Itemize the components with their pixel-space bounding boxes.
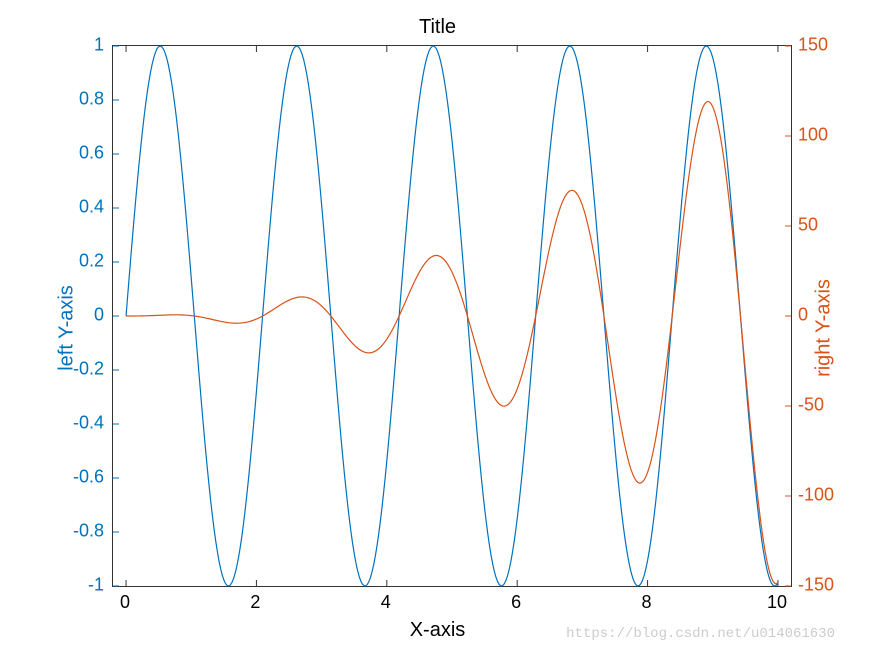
x-tick: 8 — [642, 592, 652, 613]
left-y-tick: 0.6 — [79, 143, 104, 164]
right-y-tick: -150 — [798, 575, 834, 596]
series-xsq-sin — [126, 101, 778, 583]
right-y-tick: -100 — [798, 485, 834, 506]
left-y-tick: -0.6 — [73, 467, 104, 488]
left-y-tick: -1 — [88, 575, 104, 596]
left-y-tick: 1 — [94, 35, 104, 56]
left-y-tick: -0.4 — [73, 413, 104, 434]
right-y-tick: 0 — [798, 305, 808, 326]
left-y-tick: 0.8 — [79, 89, 104, 110]
chart-title: Title — [0, 16, 875, 39]
x-tick: 10 — [767, 592, 787, 613]
left-y-tick: 0.2 — [79, 251, 104, 272]
right-y-tick: 50 — [798, 215, 818, 236]
right-y-tick: -50 — [798, 395, 824, 416]
chart-container: Title X-axis left Y-axis right Y-axis 02… — [0, 0, 875, 656]
x-tick: 2 — [250, 592, 260, 613]
left-y-tick: 0 — [94, 305, 104, 326]
right-y-tick: 100 — [798, 125, 828, 146]
x-tick: 4 — [381, 592, 391, 613]
plot-area — [112, 45, 792, 587]
x-tick: 0 — [120, 592, 130, 613]
left-y-tick: -0.8 — [73, 521, 104, 542]
right-y-axis-label: right Y-axis — [813, 279, 836, 377]
left-y-tick: -0.2 — [73, 359, 104, 380]
left-y-tick: 0.4 — [79, 197, 104, 218]
plot-svg — [113, 46, 791, 586]
watermark-text: https://blog.csdn.net/u014061630 — [566, 626, 835, 642]
series-sin — [126, 46, 778, 586]
x-tick: 6 — [511, 592, 521, 613]
right-y-tick: 150 — [798, 35, 828, 56]
